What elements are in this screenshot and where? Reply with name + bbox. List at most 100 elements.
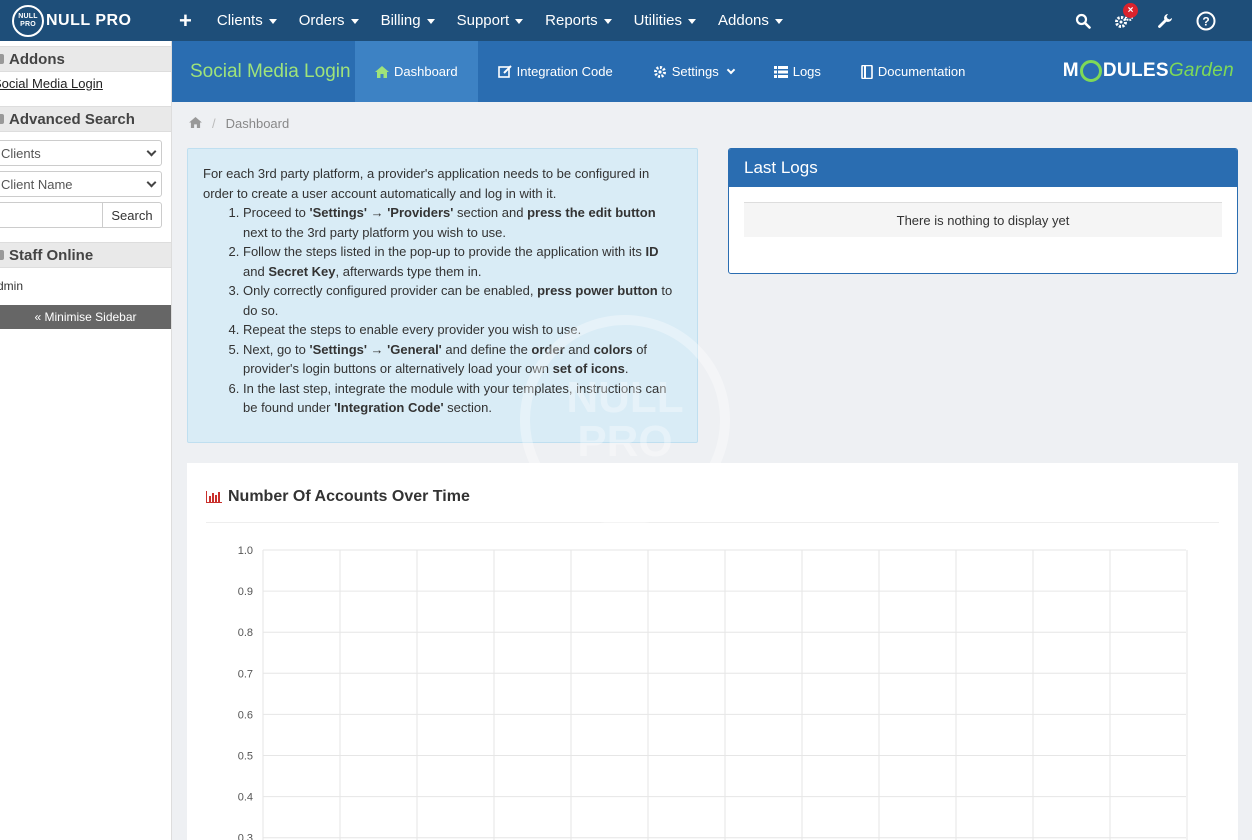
home-icon[interactable] [189,116,202,131]
book-icon [861,64,873,79]
step-text: next to the 3rd party platform you wish … [243,224,507,240]
step-text: section. [443,400,492,415]
step-text: section and [453,205,528,220]
top-icon-group: × ? [1062,0,1252,41]
module-title: Social Media Login [190,60,351,82]
tab-dashboard-label: Dashboard [394,64,458,79]
sidebar-advanced-search-header: Advanced Search [0,106,171,132]
search-field-select[interactable]: Client Name [0,171,162,197]
breadcrumb-separator: / [212,116,216,131]
caret-down-icon [350,19,359,24]
logo-badge-top: NULL [18,12,38,20]
y-tick-label: 0.6 [238,709,253,721]
y-tick-label: 1.0 [238,545,253,557]
plus-icon[interactable]: + [179,8,192,34]
instructions-intro: For each 3rd party platform, a provider'… [203,166,650,201]
step-emphasis: order [531,341,565,357]
step-emphasis: press the edit button [527,205,656,220]
alert-badge[interactable]: × [1123,3,1138,18]
menu-label: Addons [718,12,769,29]
brand-name: NULL PRO [46,11,132,29]
sidebar-advanced-search-title: Advanced Search [9,110,135,128]
y-tick-label: 0.5 [238,751,253,763]
sidebar-addons-header: Addons [0,46,171,72]
menu-label: Support [456,12,510,29]
instruction-step: Repeat the steps to enable every provide… [243,320,682,340]
caret-down-icon [774,19,783,24]
caret-down-icon [515,19,524,24]
step-emphasis: 'Settings' → 'Providers' [309,205,454,220]
accounts-chart-card: Number Of Accounts Over Time 1.0 0.9 0.8 0.… [187,463,1238,840]
caret-down-icon [426,19,435,24]
svg-text:?: ? [1202,14,1209,28]
module-header: Social Media Login Dashboard Integration… [172,41,1252,102]
y-tick-label: 0.4 [238,792,253,804]
sidebar-search-button[interactable]: Search [103,202,162,228]
brand-logo[interactable]: NULL PRO NULL PRO [12,4,162,37]
staff-online-user: Admin [0,279,24,293]
logo-dules: DULES [1102,60,1169,81]
home-icon [375,65,389,78]
top-navbar: NULL PRO NULL PRO + Clients Orders Billing… [0,0,1252,41]
gears-icon[interactable]: × [1103,0,1144,41]
instruction-step: Proceed to 'Settings' → 'Providers' sect… [243,203,682,242]
menu-reports[interactable]: Reports [534,12,623,29]
module-tabs: Dashboard Integration Code Settings Logs [355,41,985,102]
tab-documentation[interactable]: Documentation [841,41,985,102]
instruction-step: Only correctly configured provider can b… [243,281,682,320]
search-icon [0,114,4,124]
step-emphasis: set of icons [552,361,625,376]
step-emphasis: press power button [537,283,658,298]
search-type-value: Clients [1,145,41,161]
help-icon[interactable]: ? [1185,0,1226,41]
step-emphasis: colors [593,341,633,357]
sidebar-staff-online-header: Staff Online [0,242,171,268]
wrench-icon[interactable] [1144,0,1185,41]
minimise-sidebar-button[interactable]: « Minimise Sidebar [0,305,171,329]
tab-integration-code[interactable]: Integration Code [478,41,633,102]
menu-support[interactable]: Support [446,12,535,29]
step-text: . [624,361,629,376]
tab-logs-label: Logs [792,64,821,79]
tab-documentation-label: Documentation [877,64,966,79]
step-emphasis: ID [645,244,659,259]
instructions-box: For each 3rd party platform, a provider'… [187,148,698,443]
step-emphasis: 'Settings' → 'General' [309,341,442,357]
modulesgarden-logo: M DULES Garden [1063,60,1234,82]
menu-billing[interactable]: Billing [370,12,446,29]
chevron-down-icon [146,146,157,156]
tab-logs[interactable]: Logs [754,41,841,102]
logo-badge-bottom: PRO [20,20,36,28]
logo-m: M [1062,60,1079,81]
menu-clients[interactable]: Clients [206,12,288,29]
tab-dashboard[interactable]: Dashboard [355,41,478,102]
logo-badge: NULL PRO [12,4,44,37]
sidebar-staff-online-title: Staff Online [9,246,94,264]
gear-icon [653,65,667,79]
y-tick-label: 0.3 [238,833,253,840]
menu-addons[interactable]: Addons [707,12,794,29]
menu-label: Clients [216,12,263,29]
tab-settings[interactable]: Settings [633,41,754,102]
sidebar-link-social-media-login[interactable]: Social Media Login [0,72,171,98]
step-text: , afterwards type them in. [335,263,482,279]
main-menu: Clients Orders Billing Support Reports Utilit… [206,12,794,29]
step-text: Proceed to [243,205,310,220]
instruction-step: In the last step, integrate the module w… [243,379,682,418]
edit-icon [497,65,512,78]
users-icon [0,250,4,260]
menu-utilities[interactable]: Utilities [623,12,707,29]
instructions-steps: Proceed to 'Settings' → 'Providers' sect… [243,203,682,418]
puzzle-icon [0,54,4,64]
sidebar-addons-title: Addons [9,50,65,68]
search-icon[interactable] [1062,0,1103,41]
step-emphasis: 'Integration Code' [334,400,444,415]
tab-integration-code-label: Integration Code [516,64,613,79]
tab-settings-label: Settings [671,64,719,79]
caret-down-icon [268,19,277,24]
sidebar-search-input[interactable] [0,202,103,228]
menu-orders[interactable]: Orders [288,12,370,29]
menu-label: Utilities [633,12,683,29]
menu-label: Billing [380,12,421,29]
search-type-select[interactable]: Clients [0,140,162,166]
